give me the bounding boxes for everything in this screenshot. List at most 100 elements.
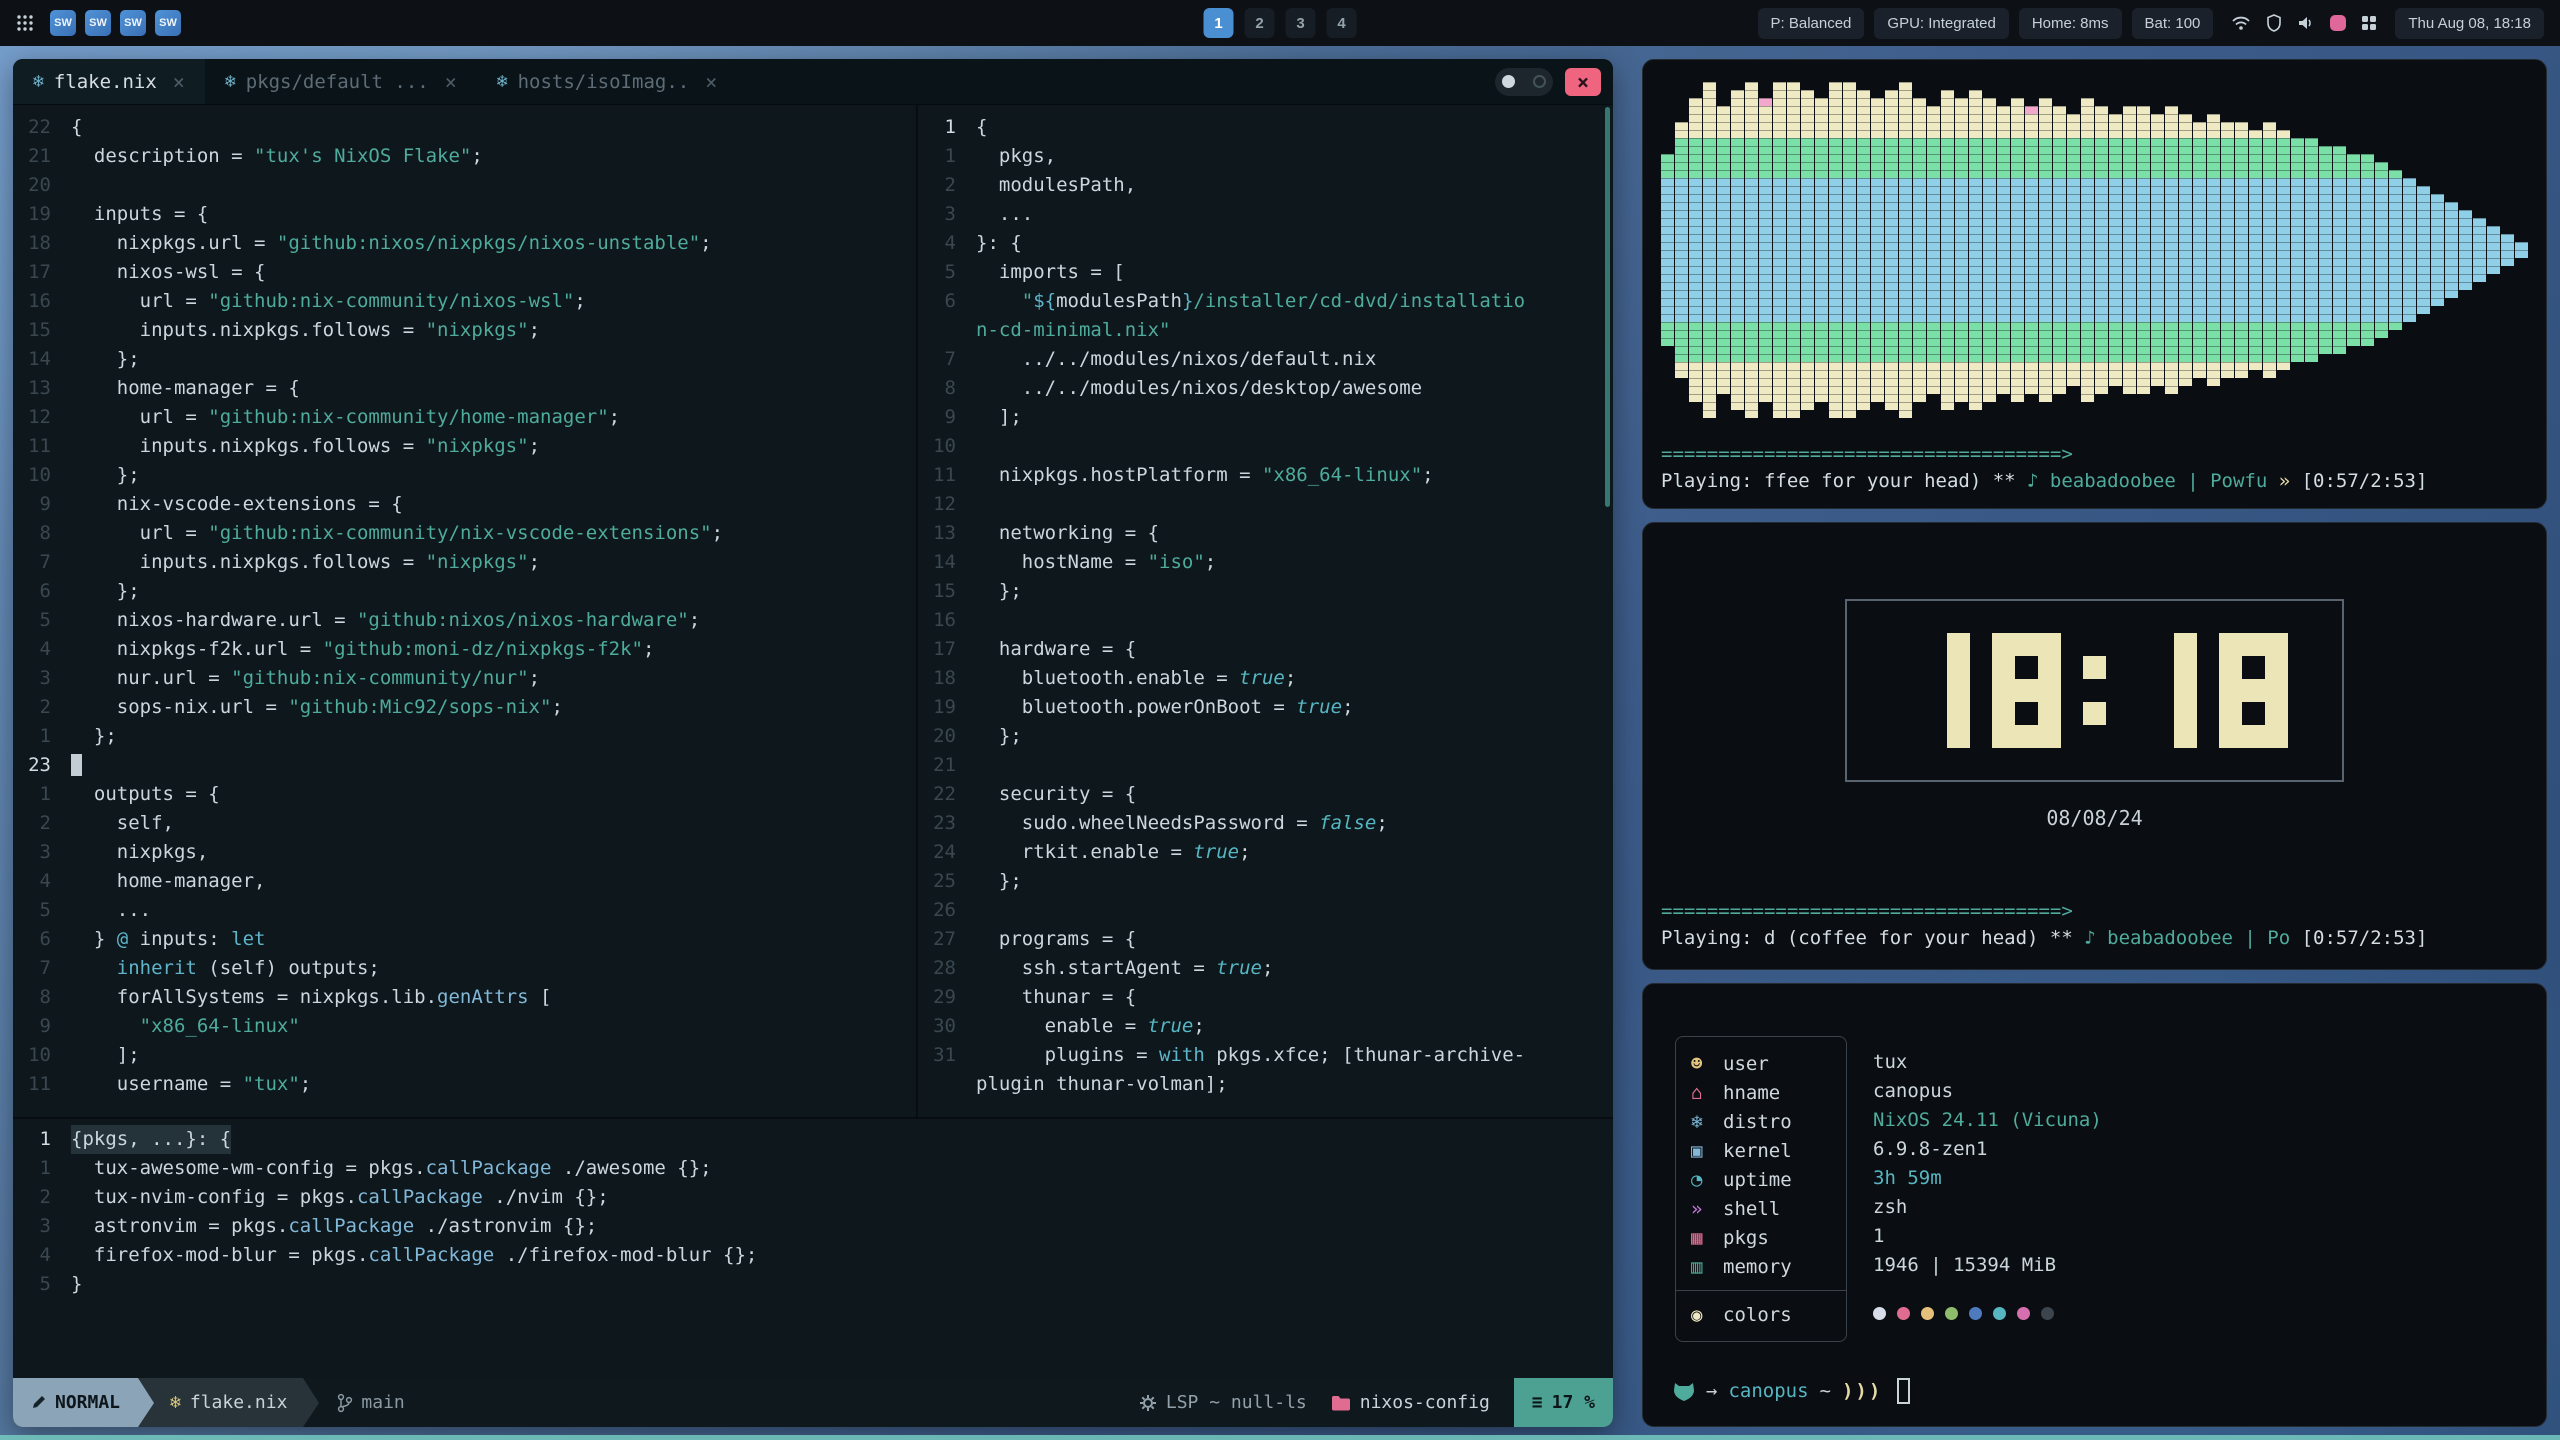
tray-icons [2223,14,2385,32]
fetch-label: memory [1723,1256,1792,1278]
visualizer-segment [2095,322,2108,362]
code-line: 25 }; [918,867,1613,896]
visualizer-bar [2305,78,2318,422]
shield-icon[interactable] [2266,14,2282,32]
visualizer-segment [1843,138,1856,178]
line-number: 21 [13,142,71,171]
clock-cell [1947,656,1970,679]
visualizer-bar [1871,78,1884,422]
clock-cell [2083,656,2106,679]
line-number: 10 [13,461,71,490]
code-text: home-manager = { [71,374,300,403]
fetch-value: NixOS 24.11 (Vicuna) [1873,1106,2102,1135]
line-number: 22 [13,113,71,142]
volume-icon[interactable] [2297,15,2315,31]
tab-close-icon[interactable]: × [705,70,717,94]
visualizer-segment [2389,322,2402,330]
visualizer-bar [2333,78,2346,422]
workspace-button[interactable]: 3 [1286,8,1316,38]
visualizer-bar [1661,78,1674,422]
code-line: 1 outputs = { [13,780,916,809]
project-indicator[interactable]: nixos-config [1331,1392,1490,1413]
statusline-file[interactable]: ❄ flake.nix [154,1378,303,1427]
line-number: 2 [13,809,71,838]
visualizer-segment [1661,178,1674,322]
window-close-button[interactable]: × [1565,68,1601,96]
visualizer-segment [2347,154,2360,178]
visualizer-segment [1675,178,1688,322]
apps-grid-icon[interactable] [2361,15,2377,31]
editor-tab[interactable]: ❄hosts/isoImag..× [477,59,737,104]
code-pane-pkgs[interactable]: 1{pkgs, ...}: {1 tux-awesome-wm-config =… [13,1117,1613,1378]
workspace-tag-icon[interactable]: SW [155,10,181,36]
visualizer-segment [2389,178,2402,322]
fetch-value: tux [1873,1048,2102,1077]
fetch-label: pkgs [1723,1227,1769,1249]
visualizer-segment [2515,242,2528,258]
palette-dot [1993,1307,2006,1320]
code-pane-iso[interactable]: 1{1 pkgs,2 modulesPath,3 ...4}: {5 impor… [918,105,1613,1117]
distro-icon: ❄ [1691,1111,1723,1133]
fetch-label: colors [1723,1304,1792,1326]
workspace-tag-icon[interactable]: SW [120,10,146,36]
visualizer-segment [2095,362,2108,394]
fetch-values: tuxcanopusNixOS 24.11 (Vicuna)6.9.8-zen1… [1873,1036,2102,1342]
editor-tab[interactable]: ❄flake.nix× [13,59,205,104]
visualizer-segment [1997,138,2010,178]
visualizer-segment [2011,138,2024,178]
line-number: 30 [918,1012,976,1041]
prompt-chevrons: ))) [1842,1380,1882,1402]
code-line: 27 programs = { [918,925,1613,954]
visualizer-segment [1745,178,1758,322]
line-number: 12 [13,403,71,432]
code-line: 11 username = "tux"; [13,1070,916,1099]
visualizer-segment [1689,98,1702,138]
clock-cell [2174,633,2197,656]
clock-cell [2265,633,2288,656]
tab-close-icon[interactable]: × [445,70,457,94]
scrollbar-thumb[interactable] [1605,107,1610,507]
menu-icon[interactable] [16,14,34,32]
visualizer-bar [2039,78,2052,422]
fetch-row: ◉colors [1676,1300,1846,1329]
workspace-tag-icon[interactable]: SW [85,10,111,36]
fetch-labels-box: ☻user⌂hname❄distro▣kernel◔uptime»shell▦p… [1675,1036,1847,1342]
visualizer-segment [1997,322,2010,362]
tab-close-icon[interactable]: × [173,70,185,94]
git-branch[interactable]: main [319,1378,422,1427]
visualizer-segment [2361,322,2374,346]
editor-tab[interactable]: ❄pkgs/default ...× [205,59,477,104]
visualizer-bar [1941,78,1954,422]
visualizer-segment [2053,178,2066,322]
theme-toggle-button[interactable] [1495,68,1553,96]
visualizer-segment [2291,138,2304,178]
fetch-row: ⌂hname [1676,1078,1846,1107]
visualizer-segment [1871,178,1884,322]
line-number: 27 [918,925,976,954]
clock-chip[interactable]: Thu Aug 08, 18:18 [2395,8,2544,39]
network-icon[interactable] [2231,15,2251,31]
workspace-button[interactable]: 4 [1327,8,1357,38]
code-text [71,751,82,780]
workspace-tag-icon[interactable]: SW [50,10,76,36]
code-text: "x86_64-linux" [71,1012,300,1041]
workspace-button[interactable]: 2 [1245,8,1275,38]
code-line: n-cd-minimal.nix" [918,316,1613,345]
code-text: self, [71,809,174,838]
playing-text: Playing: ffee for your head) ** [1661,470,2027,492]
workspace-button[interactable]: 1 [1204,8,1234,38]
visualizer-segment [1703,322,1716,362]
visualizer-segment [2109,362,2122,386]
visualizer-bar [1717,78,1730,422]
visualizer-segment [1661,322,1674,346]
visualizer-segment [2095,178,2108,322]
text-cursor [71,754,82,776]
visualizer-segment [1871,98,1884,138]
shell-prompt[interactable]: → canopus ~ ))) [1667,1378,2522,1408]
recorder-icon[interactable] [2330,15,2346,31]
visualizer-segment [2081,98,2094,138]
color-palette [1873,1299,2102,1328]
terminal-cursor[interactable] [1897,1378,1910,1404]
visualizer-segment [2137,138,2150,178]
code-pane-flake[interactable]: 22{21 description = "tux's NixOS Flake";… [13,105,918,1117]
